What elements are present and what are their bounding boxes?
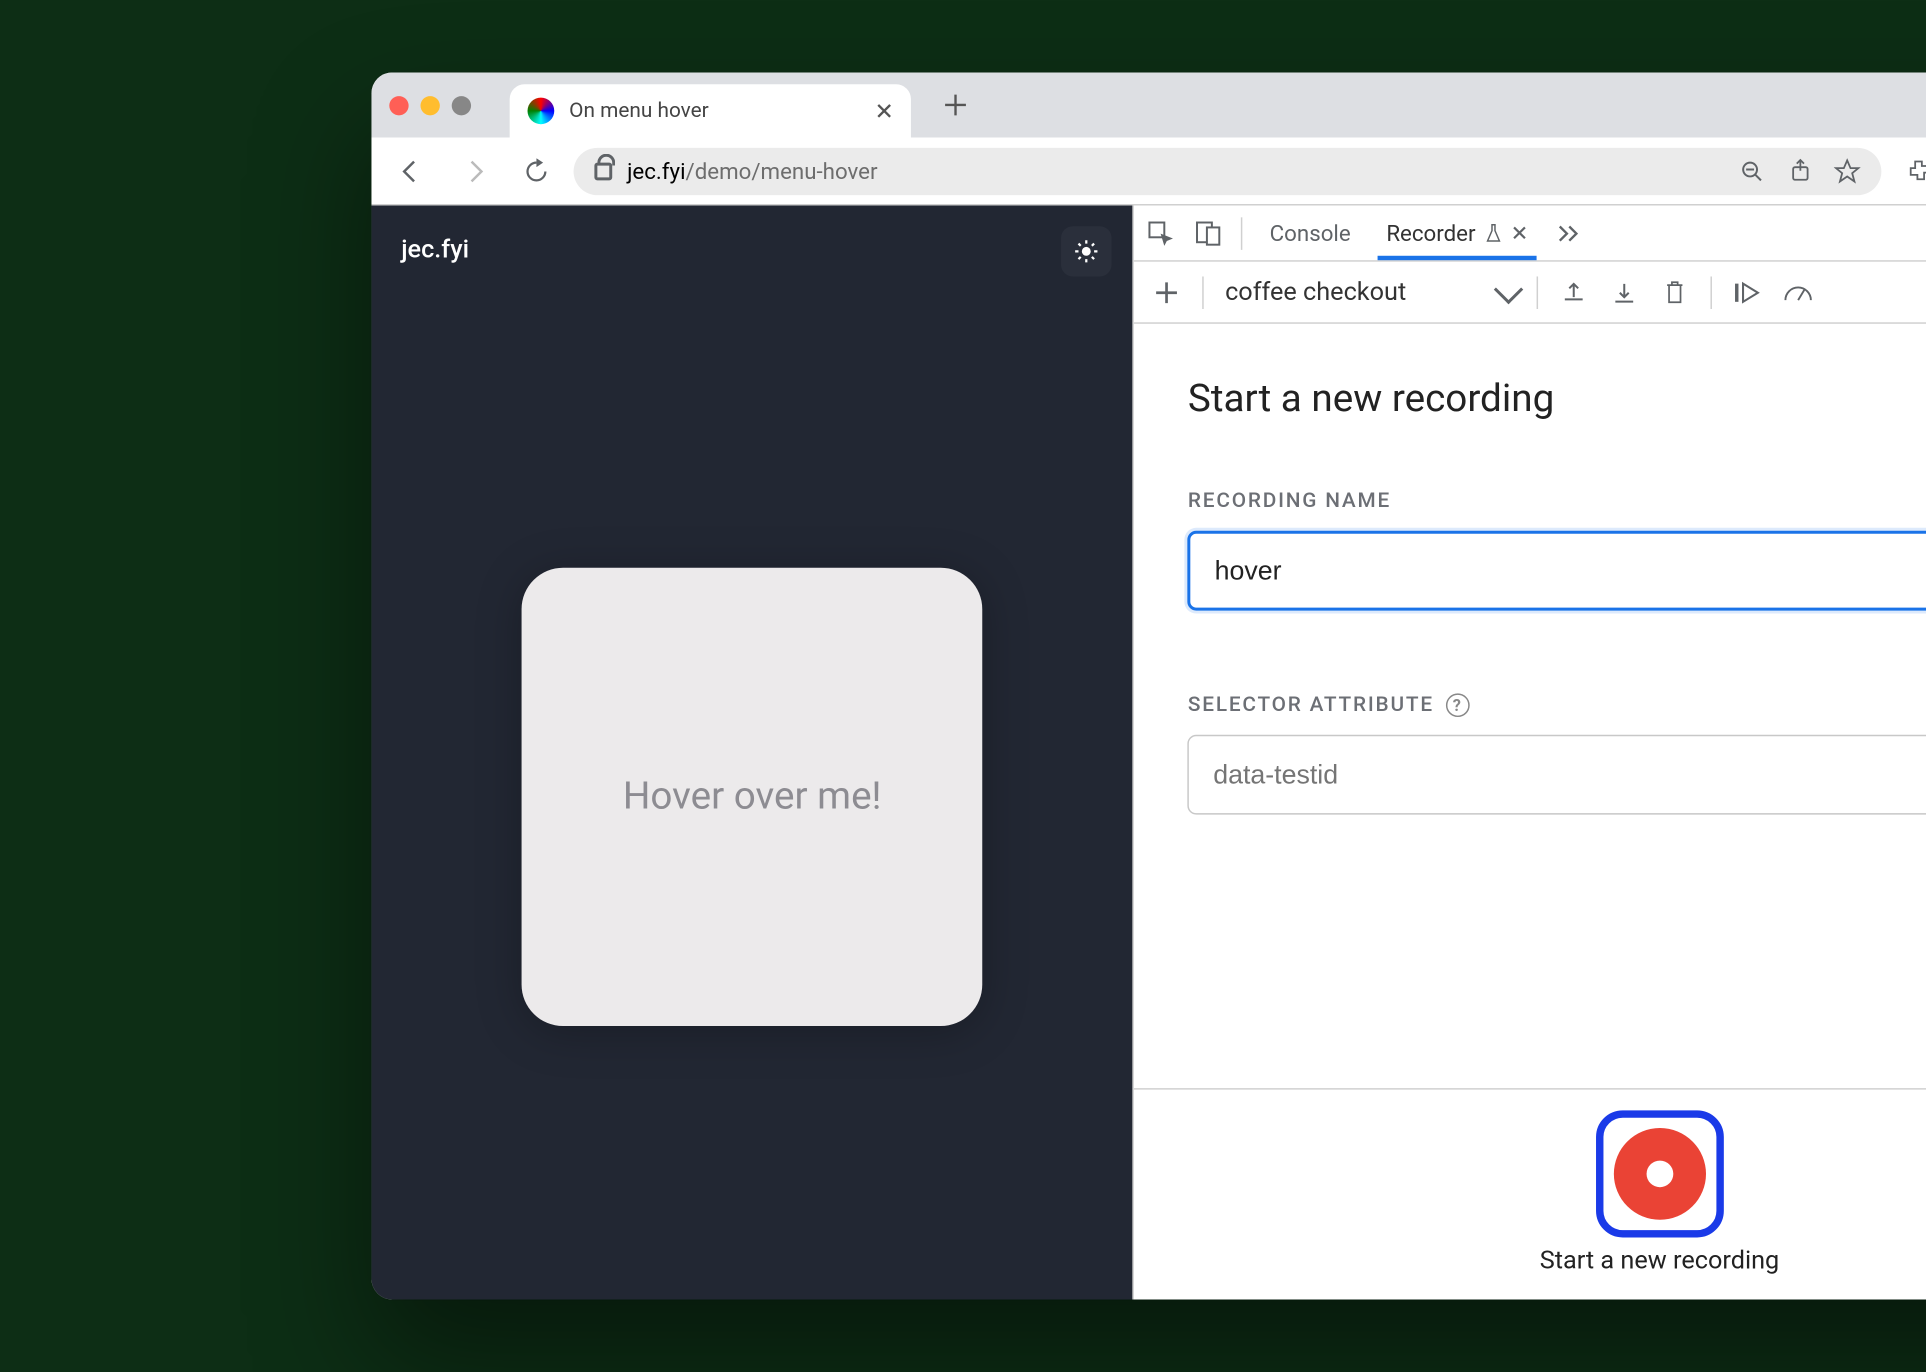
devtools-panel: Console Recorder bbox=[1133, 206, 1926, 1300]
url-text: jec.fyi/demo/menu-hover bbox=[627, 157, 877, 184]
performance-button[interactable] bbox=[1784, 277, 1814, 307]
window-controls bbox=[389, 95, 471, 114]
extensions-button[interactable] bbox=[1893, 146, 1926, 196]
new-tab-button[interactable] bbox=[944, 93, 968, 117]
tab-console[interactable]: Console bbox=[1261, 206, 1360, 261]
chevron-down-icon bbox=[1494, 274, 1523, 303]
devtools-tabs: Console Recorder bbox=[1134, 206, 1926, 262]
import-button[interactable] bbox=[1610, 277, 1640, 307]
selector-attribute-input[interactable] bbox=[1188, 735, 1926, 815]
help-icon[interactable]: ? bbox=[1446, 693, 1470, 717]
panel-title: Start a new recording bbox=[1188, 377, 1554, 421]
recorder-footer: Start a new recording bbox=[1134, 1088, 1926, 1299]
back-button[interactable] bbox=[386, 146, 437, 196]
recording-name-label: RECORDING NAME bbox=[1188, 489, 1926, 513]
rendered-page: jec.fyi Hover over me! bbox=[371, 206, 1132, 1300]
minimize-window-button[interactable] bbox=[421, 95, 440, 114]
tab-title: On menu hover bbox=[569, 99, 860, 123]
more-tabs-button[interactable] bbox=[1554, 218, 1584, 248]
forward-button[interactable] bbox=[449, 146, 500, 196]
replay-button[interactable] bbox=[1733, 277, 1763, 307]
omnibox[interactable]: jec.fyi/demo/menu-hover bbox=[574, 147, 1882, 194]
recording-name-input[interactable] bbox=[1188, 531, 1926, 611]
start-recording-button[interactable] bbox=[1596, 1110, 1724, 1237]
start-recording-label: Start a new recording bbox=[1540, 1246, 1780, 1276]
content-area: jec.fyi Hover over me! bbox=[371, 206, 1926, 1300]
favicon bbox=[528, 98, 555, 125]
browser-tab[interactable]: On menu hover bbox=[510, 84, 911, 137]
address-bar: jec.fyi/demo/menu-hover bbox=[371, 137, 1926, 205]
tab-strip: On menu hover bbox=[371, 72, 1926, 137]
sun-icon bbox=[1073, 238, 1100, 265]
add-recording-button[interactable] bbox=[1152, 277, 1182, 307]
recorder-toolbar: coffee checkout bbox=[1134, 262, 1926, 324]
tab-recorder[interactable]: Recorder bbox=[1377, 206, 1536, 261]
theme-toggle-button[interactable] bbox=[1062, 226, 1113, 276]
close-tab-button[interactable] bbox=[875, 102, 893, 120]
fullscreen-window-button[interactable] bbox=[452, 95, 471, 114]
export-button[interactable] bbox=[1559, 277, 1589, 307]
hover-card-text: Hover over me! bbox=[623, 774, 882, 818]
bookmark-star-icon[interactable] bbox=[1834, 157, 1861, 184]
delete-button[interactable] bbox=[1660, 277, 1690, 307]
recording-select-value: coffee checkout bbox=[1225, 277, 1406, 307]
site-name: jec.fyi bbox=[401, 235, 1103, 265]
zoom-out-icon[interactable] bbox=[1739, 157, 1766, 184]
record-icon bbox=[1613, 1128, 1705, 1220]
recording-select[interactable]: coffee checkout bbox=[1225, 277, 1516, 307]
tab-recorder-label: Recorder bbox=[1386, 220, 1475, 247]
recorder-body: Start a new recording RECORDING NAME SEL… bbox=[1134, 324, 1926, 1088]
lock-icon bbox=[594, 162, 612, 180]
flask-icon bbox=[1484, 223, 1502, 244]
inspect-element-button[interactable] bbox=[1146, 218, 1176, 248]
browser-window: On menu hover bbox=[371, 72, 1926, 1299]
selector-attribute-label: SELECTOR ATTRIBUTE ? bbox=[1188, 693, 1926, 717]
reload-button[interactable] bbox=[511, 146, 562, 196]
close-tab-icon[interactable] bbox=[1511, 225, 1527, 241]
hover-card[interactable]: Hover over me! bbox=[522, 567, 983, 1025]
share-icon[interactable] bbox=[1786, 157, 1813, 184]
device-toggle-button[interactable] bbox=[1194, 218, 1224, 248]
close-window-button[interactable] bbox=[389, 95, 408, 114]
